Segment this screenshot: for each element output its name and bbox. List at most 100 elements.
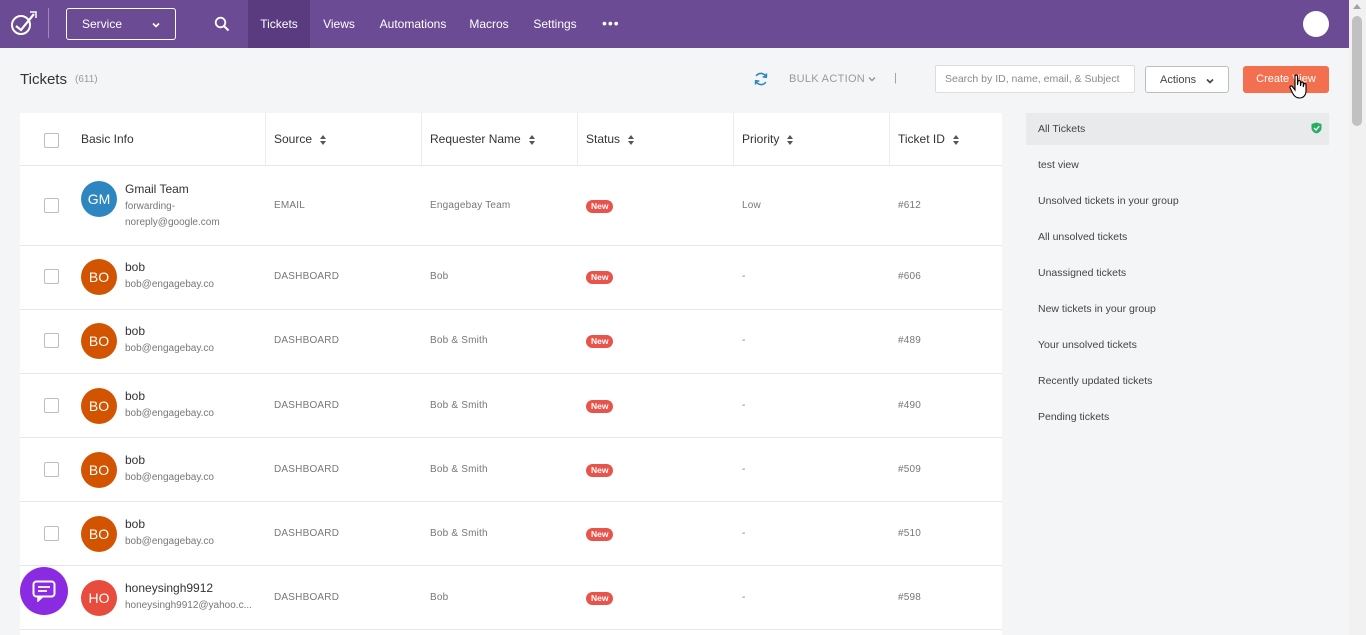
- user-avatar[interactable]: [1303, 11, 1329, 37]
- top-nav: Service Tickets Views Automations Macros…: [0, 0, 1366, 48]
- requester-cell: Bob: [430, 592, 449, 603]
- requester-name[interactable]: bob: [125, 453, 145, 467]
- select-all-checkbox[interactable]: [44, 133, 59, 148]
- avatar: BO: [81, 323, 117, 359]
- sort-icon[interactable]: [320, 134, 328, 145]
- column-divider: [421, 113, 422, 166]
- scrollbar[interactable]: [1349, 0, 1366, 635]
- table-row[interactable]: BO bob bob@engagebay.co DASHBOARD Bob & …: [20, 310, 1002, 374]
- more-icon[interactable]: •••: [602, 15, 619, 31]
- status-badge: New: [586, 464, 614, 477]
- view-item-all-tickets[interactable]: All Tickets: [1026, 113, 1329, 145]
- view-item-your-unsolved[interactable]: Your unsolved tickets: [1026, 329, 1329, 361]
- tickets-table: Basic Info Source Requester Name Status …: [20, 113, 1002, 635]
- ticket-id-cell[interactable]: #598: [898, 592, 921, 603]
- requester-cell: Bob & Smith: [430, 464, 488, 475]
- priority-cell: -: [742, 464, 746, 475]
- requester-name[interactable]: Gmail Team: [125, 182, 189, 196]
- column-header-ticket-id[interactable]: Ticket ID: [898, 113, 961, 166]
- chat-widget-button[interactable]: [20, 567, 68, 615]
- status-badge: New: [586, 400, 614, 413]
- view-item-all-unsolved[interactable]: All unsolved tickets: [1026, 221, 1329, 253]
- column-header-label: Basic Info: [81, 132, 134, 146]
- divider: |: [894, 72, 897, 84]
- scroll-up-icon[interactable]: [1353, 4, 1361, 9]
- row-checkbox[interactable]: [44, 526, 59, 541]
- ticket-id-cell[interactable]: #606: [898, 271, 921, 282]
- table-row[interactable]: BO bob bob@engagebay.co DASHBOARD Bob Ne…: [20, 246, 1002, 310]
- chevron-down-icon: [868, 76, 876, 82]
- create-view-button[interactable]: Create View: [1243, 66, 1329, 93]
- requester-name[interactable]: bob: [125, 389, 145, 403]
- actions-button[interactable]: Actions: [1145, 66, 1229, 93]
- search-input[interactable]: [935, 65, 1135, 93]
- view-item-label: All Tickets: [1038, 123, 1086, 135]
- requester-cell: Bob & Smith: [430, 335, 488, 346]
- view-item-unassigned[interactable]: Unassigned tickets: [1026, 257, 1329, 289]
- row-checkbox[interactable]: [44, 398, 59, 413]
- nav-settings[interactable]: Settings: [529, 0, 581, 48]
- priority-cell: Low: [742, 200, 761, 211]
- search-icon[interactable]: [214, 16, 230, 32]
- refresh-icon[interactable]: [753, 71, 769, 87]
- row-checkbox[interactable]: [44, 333, 59, 348]
- ticket-id-cell[interactable]: #510: [898, 528, 921, 539]
- ticket-id-cell[interactable]: #612: [898, 200, 921, 211]
- view-item-test-view[interactable]: test view: [1026, 149, 1329, 181]
- service-select-label: Service: [82, 17, 123, 31]
- column-header-status[interactable]: Status: [586, 113, 636, 166]
- nav-tickets[interactable]: Tickets: [248, 0, 310, 48]
- requester-name[interactable]: bob: [125, 324, 145, 338]
- view-item-unsolved-group[interactable]: Unsolved tickets in your group: [1026, 185, 1329, 217]
- nav-macros[interactable]: Macros: [466, 0, 512, 48]
- table-row[interactable]: HO honeysingh9912 honeysingh9912@yahoo.c…: [20, 566, 1002, 630]
- view-item-recently-updated[interactable]: Recently updated tickets: [1026, 365, 1329, 397]
- requester-email: bob@engagebay.co: [125, 536, 214, 547]
- sort-icon[interactable]: [528, 134, 537, 145]
- column-header-label: Source: [274, 132, 313, 146]
- ticket-id-cell[interactable]: #490: [898, 400, 921, 411]
- table-row[interactable]: GM Gmail Team forwarding-noreply@google.…: [20, 167, 1002, 246]
- column-header-requester[interactable]: Requester Name: [430, 113, 537, 166]
- ticket-id-cell[interactable]: #509: [898, 464, 921, 475]
- column-header-source[interactable]: Source: [274, 113, 328, 166]
- nav-automations[interactable]: Automations: [376, 0, 450, 48]
- requester-cell: Bob: [430, 271, 449, 282]
- scroll-thumb[interactable]: [1352, 16, 1362, 126]
- table-row[interactable]: BO bob bob@engagebay.co DASHBOARD Bob & …: [20, 502, 1002, 566]
- priority-cell: -: [742, 400, 746, 411]
- sort-icon[interactable]: [628, 134, 636, 145]
- view-item-new-group[interactable]: New tickets in your group: [1026, 293, 1329, 325]
- ticket-count: (611): [75, 74, 98, 85]
- requester-name[interactable]: bob: [125, 517, 145, 531]
- column-header-basic-info[interactable]: Basic Info: [81, 113, 134, 166]
- column-header-label: Ticket ID: [898, 132, 945, 146]
- column-divider: [889, 113, 890, 166]
- table-row[interactable]: BO bob bob@engagebay.co DASHBOARD Bob & …: [20, 438, 1002, 502]
- bulk-action-button[interactable]: BULK ACTION: [789, 73, 865, 85]
- requester-cell: Engagebay Team: [430, 200, 511, 211]
- table-row[interactable]: BO bob bob@engagebay.co DASHBOARD Bob & …: [20, 374, 1002, 438]
- row-checkbox[interactable]: [44, 269, 59, 284]
- row-checkbox[interactable]: [44, 198, 59, 213]
- sort-icon[interactable]: [787, 134, 795, 145]
- status-badge: New: [586, 592, 614, 605]
- nav-views[interactable]: Views: [318, 0, 360, 48]
- source-cell: DASHBOARD: [274, 528, 340, 539]
- source-cell: DASHBOARD: [274, 271, 340, 282]
- requester-name[interactable]: bob: [125, 260, 145, 274]
- column-divider: [265, 113, 266, 166]
- view-item-pending[interactable]: Pending tickets: [1026, 401, 1329, 433]
- logo-icon[interactable]: [8, 8, 38, 38]
- ticket-id-cell[interactable]: #489: [898, 335, 921, 346]
- requester-cell: Bob & Smith: [430, 400, 488, 411]
- service-select[interactable]: Service: [66, 8, 176, 40]
- status-badge: New: [586, 335, 614, 348]
- status-badge: New: [586, 271, 614, 284]
- avatar: BO: [81, 516, 117, 552]
- requester-name[interactable]: honeysingh9912: [125, 581, 213, 595]
- sort-icon[interactable]: [952, 134, 961, 145]
- row-checkbox[interactable]: [44, 462, 59, 477]
- column-header-label: Requester Name: [430, 132, 521, 146]
- column-header-priority[interactable]: Priority: [742, 113, 795, 166]
